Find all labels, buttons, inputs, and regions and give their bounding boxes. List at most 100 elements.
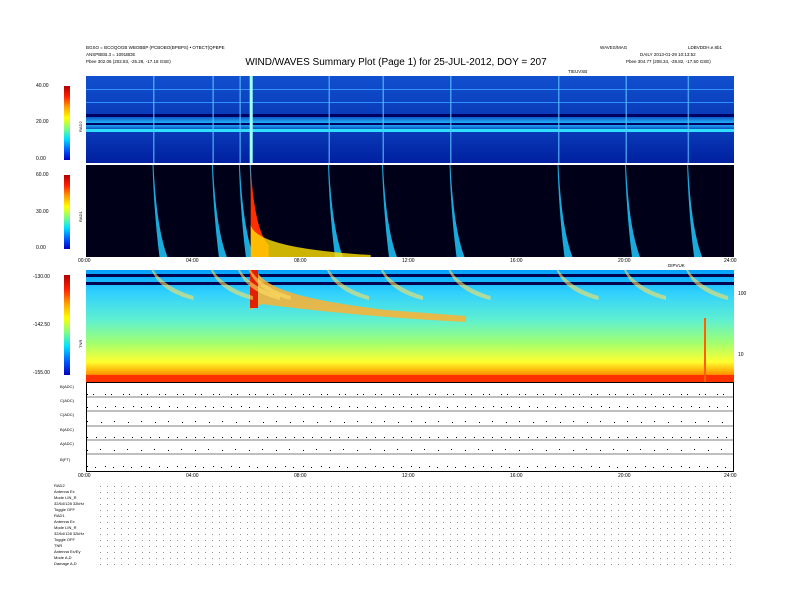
param-dot xyxy=(702,498,703,499)
param-dot xyxy=(443,528,444,529)
param-dot xyxy=(464,516,465,517)
param-dot xyxy=(240,534,241,535)
param-dot xyxy=(597,486,598,487)
param-dot xyxy=(177,492,178,493)
tds-sample-dot xyxy=(357,394,358,395)
param-dot xyxy=(254,498,255,499)
tds-sample-dot xyxy=(708,450,709,451)
param-dot xyxy=(317,516,318,517)
param-dot xyxy=(604,546,605,547)
param-dot xyxy=(310,510,311,511)
param-dot xyxy=(681,510,682,511)
tnr-cbar-tick: -155.00 xyxy=(33,370,50,376)
tds-sample-dot xyxy=(564,437,565,438)
tds-sample-dot xyxy=(465,466,466,467)
param-dot xyxy=(100,492,101,493)
param-dot xyxy=(163,528,164,529)
param-dot xyxy=(401,546,402,547)
param-dot xyxy=(632,552,633,553)
param-dot xyxy=(716,504,717,505)
param-dot xyxy=(219,504,220,505)
param-dot xyxy=(107,504,108,505)
rad1-axis-label: RAD1 xyxy=(78,211,83,222)
param-dot xyxy=(513,510,514,511)
tds-sample-dot xyxy=(545,467,546,468)
param-dot xyxy=(142,492,143,493)
param-dot xyxy=(485,564,486,565)
param-dot xyxy=(107,546,108,547)
tds-sample-dot xyxy=(528,437,529,438)
param-dot xyxy=(667,498,668,499)
param-dot xyxy=(401,564,402,565)
param-dot xyxy=(184,510,185,511)
param-dot xyxy=(632,492,633,493)
tds-sample-dot xyxy=(141,394,142,395)
param-dot xyxy=(478,522,479,523)
param-dot xyxy=(149,486,150,487)
param-dot xyxy=(492,486,493,487)
param-dot xyxy=(548,552,549,553)
param-dot xyxy=(667,510,668,511)
tds-sample-dot xyxy=(289,449,290,450)
param-dot xyxy=(653,486,654,487)
param-dot xyxy=(541,492,542,493)
param-dot xyxy=(590,540,591,541)
param-dot xyxy=(618,558,619,559)
param-dot xyxy=(191,528,192,529)
param-dot xyxy=(282,558,283,559)
tds-sample-dot xyxy=(87,437,88,438)
param-dot xyxy=(478,486,479,487)
param-dot xyxy=(422,516,423,517)
param-dot xyxy=(394,516,395,517)
param-dot xyxy=(534,486,535,487)
param-dot xyxy=(583,510,584,511)
param-dot xyxy=(219,516,220,517)
param-dot xyxy=(338,486,339,487)
tds-sample-dot xyxy=(276,437,277,438)
param-dot xyxy=(709,486,710,487)
tds-sample-dot xyxy=(402,437,403,438)
param-dot xyxy=(562,552,563,553)
tds-sample-dot xyxy=(303,466,304,467)
param-dot xyxy=(331,498,332,499)
tds-sample-dot xyxy=(519,466,520,467)
param-dot xyxy=(450,540,451,541)
param-dot xyxy=(618,504,619,505)
param-dot xyxy=(457,534,458,535)
param-dot xyxy=(219,510,220,511)
tds-sample-dot xyxy=(614,422,615,423)
tds-sample-dot xyxy=(357,466,358,467)
param-dot xyxy=(632,486,633,487)
param-dot xyxy=(618,522,619,523)
tds-sample-dot xyxy=(339,394,340,395)
param-dot xyxy=(415,552,416,553)
param-dot xyxy=(205,534,206,535)
param-dot xyxy=(163,522,164,523)
tds-sample-dot xyxy=(699,466,700,467)
param-dot xyxy=(401,534,402,535)
tds-sample-dot xyxy=(519,394,520,395)
param-dot xyxy=(142,498,143,499)
param-dot xyxy=(541,552,542,553)
param-dot xyxy=(653,552,654,553)
param-dot xyxy=(170,498,171,499)
tds-sample-dot xyxy=(213,437,214,438)
rad2-param-line: Mode LIN_R xyxy=(54,495,77,500)
param-dot xyxy=(492,516,493,517)
param-dot xyxy=(527,552,528,553)
param-dot xyxy=(478,498,479,499)
param-dot xyxy=(681,516,682,517)
param-dot xyxy=(149,546,150,547)
tds-sample-dot xyxy=(663,394,664,395)
param-dot xyxy=(212,528,213,529)
param-dot xyxy=(660,516,661,517)
tds-sample-dot xyxy=(424,449,425,450)
param-dot xyxy=(261,516,262,517)
param-dot xyxy=(534,552,535,553)
param-dot xyxy=(520,546,521,547)
tds-sample-dot xyxy=(717,466,718,467)
param-dot xyxy=(527,540,528,541)
tds-sample-dot xyxy=(177,394,178,395)
param-dot xyxy=(415,498,416,499)
tds-sample-dot xyxy=(546,450,547,451)
